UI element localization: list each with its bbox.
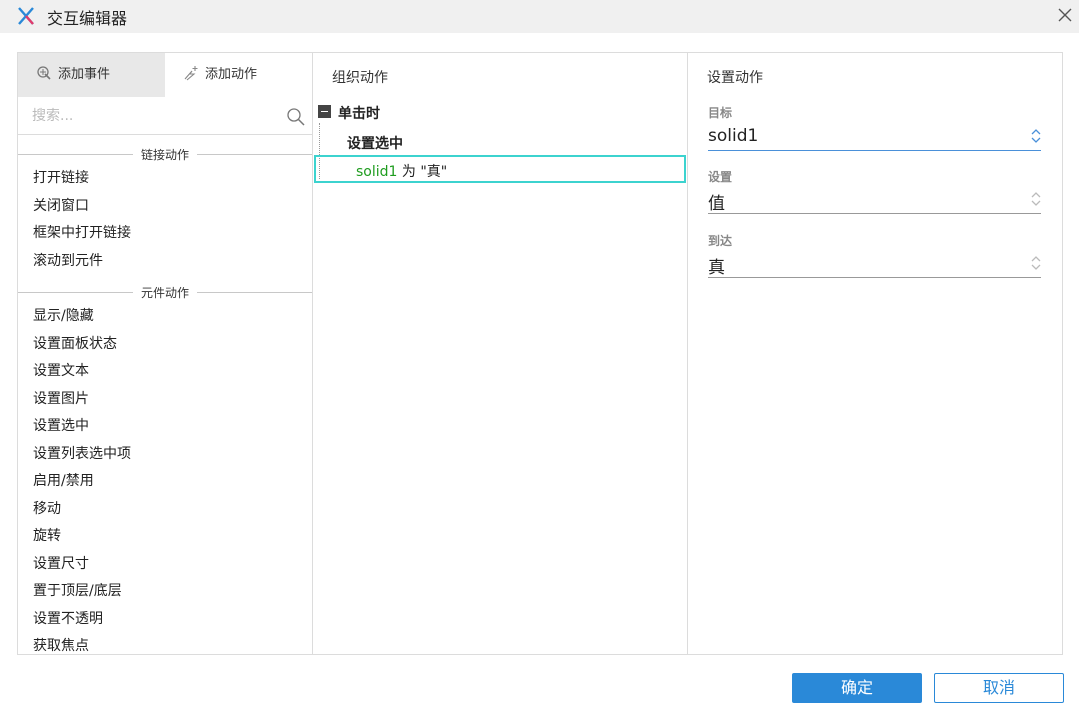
- add-event-icon: [37, 66, 51, 80]
- spinner-icon[interactable]: [1031, 127, 1041, 145]
- action-connector: 为: [397, 164, 421, 180]
- to-label: 到达: [708, 234, 733, 248]
- section-widget-actions: 元件动作: [18, 281, 312, 303]
- action-list: 链接动作 打开链接 关闭窗口 框架中打开链接 滚动到元件 元件动作 显示/隐藏 …: [18, 137, 312, 655]
- action-item-open-link[interactable]: 打开链接: [18, 165, 312, 193]
- action-item-set-selected[interactable]: 设置选中: [18, 413, 312, 441]
- action-item-bring-to-front-back[interactable]: 置于顶层/底层: [18, 578, 312, 606]
- action-item-open-link-in-frame[interactable]: 框架中打开链接: [18, 220, 312, 248]
- window-title: 交互编辑器: [47, 9, 128, 28]
- action-item-set-size[interactable]: 设置尺寸: [18, 551, 312, 579]
- to-value: 真: [708, 258, 725, 278]
- target-value: solid1: [708, 126, 759, 146]
- action-item-focus[interactable]: 获取焦点: [18, 633, 312, 655]
- action-item-set-list-selection[interactable]: 设置列表选中项: [18, 441, 312, 469]
- tab-add-action-label: 添加动作: [205, 67, 258, 82]
- cancel-button[interactable]: 取消: [934, 673, 1064, 703]
- tab-add-event[interactable]: 添加事件: [18, 53, 165, 97]
- search-box: [18, 97, 312, 135]
- configure-action-panel: 设置动作 目标 solid1 设置 值 到达 真: [687, 52, 1063, 655]
- title-bar: 交互编辑器: [0, 0, 1079, 33]
- close-icon[interactable]: [1056, 6, 1074, 24]
- action-value: "真": [420, 164, 448, 180]
- section-title: 链接动作: [132, 146, 198, 163]
- section-title: 元件动作: [132, 284, 198, 301]
- action-item-set-text[interactable]: 设置文本: [18, 358, 312, 386]
- organize-actions-panel: 组织动作 单击时 设置选中 solid1 为 "真": [312, 52, 688, 655]
- action-item-scroll-to-widget[interactable]: 滚动到元件: [18, 248, 312, 276]
- ok-button[interactable]: 确定: [792, 673, 922, 703]
- search-input[interactable]: [32, 105, 272, 127]
- action-item-rotate[interactable]: 旋转: [18, 523, 312, 551]
- action-target: solid1: [356, 164, 398, 180]
- panel-header: 组织动作: [332, 70, 388, 86]
- search-icon[interactable]: [286, 107, 306, 127]
- set-value: 值: [708, 194, 725, 214]
- action-item-set-opacity[interactable]: 设置不透明: [18, 606, 312, 634]
- action-name[interactable]: 设置选中: [347, 133, 403, 153]
- spinner-icon[interactable]: [1031, 254, 1041, 272]
- action-item-set-image[interactable]: 设置图片: [18, 386, 312, 414]
- set-select[interactable]: 值: [708, 186, 1041, 214]
- collapse-icon[interactable]: [318, 105, 331, 118]
- spinner-icon[interactable]: [1031, 190, 1041, 208]
- actions-library-panel: 添加事件 添加动作 链接动作 打开链接 关闭窗口 框架中打开链接 滚动到元件 元…: [17, 52, 313, 655]
- panel-header: 设置动作: [707, 70, 763, 86]
- tab-add-event-label: 添加事件: [58, 67, 111, 82]
- action-item-enable-disable[interactable]: 启用/禁用: [18, 468, 312, 496]
- section-link-actions: 链接动作: [18, 143, 312, 165]
- add-action-icon: [184, 66, 198, 81]
- action-item-show-hide[interactable]: 显示/隐藏: [18, 303, 312, 331]
- action-detail-text: solid1 为 "真": [356, 161, 447, 181]
- event-label: 单击时: [338, 106, 380, 122]
- to-select[interactable]: 真: [708, 250, 1041, 278]
- tab-add-action[interactable]: 添加动作: [165, 53, 313, 97]
- axure-x-logo: [18, 7, 34, 25]
- set-label: 设置: [708, 170, 733, 184]
- target-label: 目标: [708, 106, 733, 120]
- selected-action-detail[interactable]: solid1 为 "真": [314, 155, 686, 183]
- action-item-close-window[interactable]: 关闭窗口: [18, 193, 312, 221]
- action-item-set-panel-state[interactable]: 设置面板状态: [18, 331, 312, 359]
- action-item-move[interactable]: 移动: [18, 496, 312, 524]
- target-select[interactable]: solid1: [708, 123, 1041, 151]
